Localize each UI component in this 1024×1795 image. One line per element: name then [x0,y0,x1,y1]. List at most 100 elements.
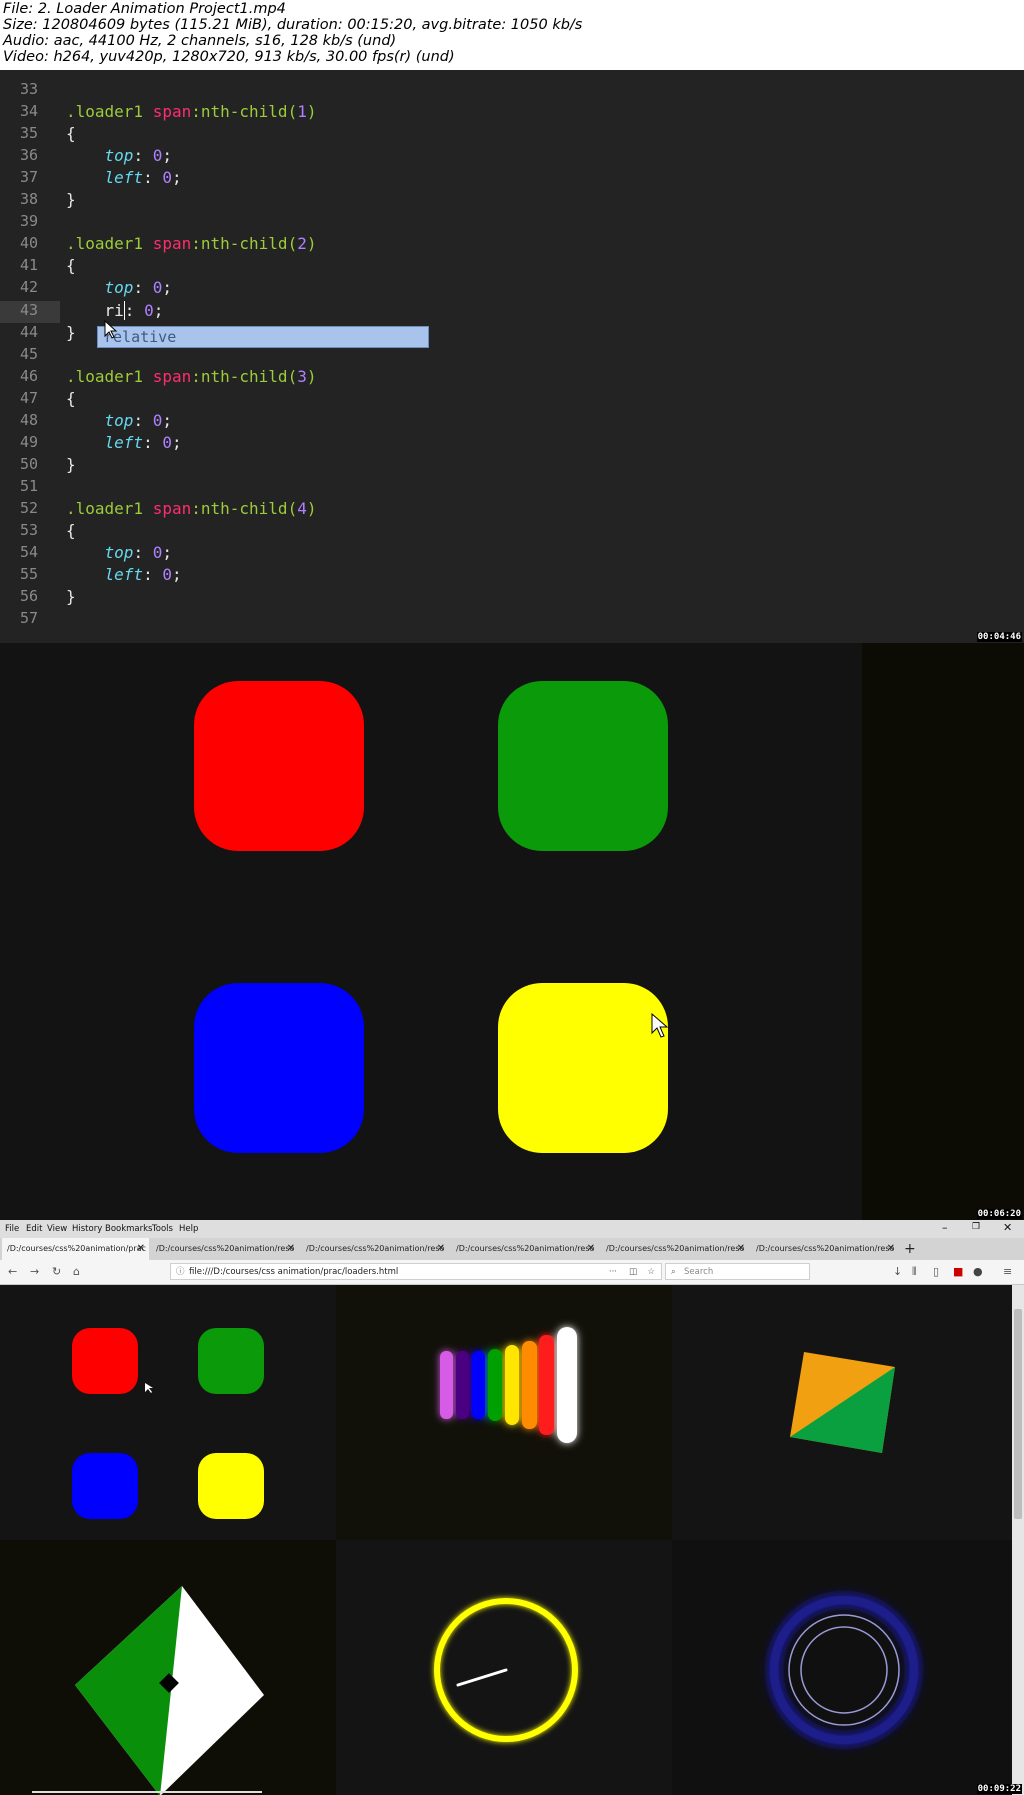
close-tab-icon[interactable]: ✕ [587,1238,595,1260]
tab-active[interactable]: /D:/courses/css%20animation/prac ✕ [2,1238,149,1260]
tab[interactable]: /D:/courses/css%20animation/reso ✕ [751,1238,899,1260]
yellow-square [498,983,668,1153]
property: top [104,410,134,430]
property: left [104,565,144,585]
autocomplete-suggestion[interactable]: relative [97,326,429,348]
info-video: Video: h264, yuv420p, 1280x720, 913 kb/s… [3,49,455,65]
rings-loader [769,1595,919,1745]
menu-edit[interactable]: Edit [26,1224,42,1234]
line-number: 35 [19,124,38,143]
line-number: 36 [19,146,38,165]
close-tab-icon[interactable]: ✕ [887,1238,895,1260]
code-line: left: 0; [104,565,182,585]
tab-label: /D:/courses/css%20animation/reso [456,1244,595,1253]
vertical-scrollbar[interactable] [1012,1285,1024,1795]
selector: .loader1 [66,498,153,518]
url-bar[interactable]: ⓘ file:///D:/courses/css animation/prac/… [170,1263,662,1280]
info-icon: ⓘ [176,1267,185,1277]
value: 0 [152,278,163,298]
rotating-split-square-loader [790,1352,895,1453]
brace: { [66,521,76,540]
search-placeholder: Search [684,1267,714,1277]
line-number: 56 [19,587,38,606]
nav-bar: ← → ↻ ⌂ ⓘ file:///D:/courses/css animati… [0,1260,1024,1285]
menu-file[interactable]: File [5,1224,19,1234]
menu-view[interactable]: View [47,1224,67,1234]
code-line: } [66,587,76,606]
sidebar-icon[interactable]: ▯ [933,1265,939,1278]
code-line: .loader1 span:nth-child(3) [66,367,316,386]
code-line: top: 0; [104,543,172,563]
line-number: 39 [19,212,38,231]
close-tab-icon[interactable]: ✕ [437,1238,445,1260]
line-number: 43 [19,300,38,319]
pseudo-class: :nth-child( [191,234,298,254]
blue-square [194,983,364,1153]
selector-number: 3 [297,366,307,386]
new-tab-icon[interactable]: + [904,1238,920,1260]
close-tab-icon[interactable]: ✕ [137,1238,145,1260]
tab[interactable]: /D:/courses/css%20animation/reso ✕ [301,1238,449,1260]
tab-label: /D:/courses/css%20animation/reso [756,1244,895,1253]
code-line: ri: 0; [104,300,164,320]
forward-icon[interactable]: → [30,1265,39,1278]
selector-number: 2 [297,234,307,254]
menu-history[interactable]: History [72,1224,102,1234]
clock-loader [434,1598,578,1742]
brace: } [66,587,76,607]
minimize-icon[interactable]: – [942,1221,948,1234]
line-number: 47 [19,388,38,407]
reload-icon[interactable]: ↻ [52,1265,61,1278]
line-number: 40 [19,234,38,253]
glowing-bars-loader [440,1327,577,1443]
green-square [198,1328,264,1394]
search-icon: ⌕ [671,1267,676,1277]
menu-tools[interactable]: Tools [152,1224,173,1234]
restore-icon[interactable]: ❐ [972,1222,980,1232]
line-number: 53 [19,521,38,539]
close-tab-icon[interactable]: ✕ [737,1238,745,1260]
tab[interactable]: /D:/courses/css%20animation/reso ✕ [451,1238,599,1260]
code-line: .loader1 span:nth-child(1) [66,102,316,121]
selector-number: 1 [297,102,307,122]
info-file: File: 2. Loader Animation Project1.mp4 [3,1,286,17]
loader-cell-squares [0,1285,336,1540]
line-number: 55 [19,565,38,584]
red-square [194,681,364,851]
back-icon[interactable]: ← [8,1265,17,1278]
bar-white [557,1327,577,1443]
scrollbar-thumb[interactable] [1014,1309,1022,1519]
brace: { [66,388,76,408]
more-icon[interactable]: ··· [609,1264,617,1281]
paren-close: ) [306,102,317,122]
typed-text: ri [104,300,124,320]
side-panel [862,643,1024,1220]
hamburger-menu-icon[interactable]: ≡ [1003,1265,1012,1278]
tab[interactable]: /D:/courses/css%20animation/reso ✕ [151,1238,299,1260]
menu-bookmarks[interactable]: Bookmarks [105,1224,153,1234]
pocket-icon[interactable]: ◫ [629,1264,637,1281]
bookmark-star-icon[interactable]: ☆ [647,1264,655,1281]
search-input[interactable]: ⌕ Search [665,1263,810,1280]
close-tab-icon[interactable]: ✕ [287,1238,295,1260]
selector-tag: span [152,498,192,518]
library-icon[interactable]: ⫴ [912,1265,917,1279]
code-line: top: 0; [104,146,172,166]
tab-label: /D:/courses/css%20animation/reso [156,1244,295,1253]
account-icon[interactable]: ● [973,1265,983,1278]
tab[interactable]: /D:/courses/css%20animation/reso ✕ [601,1238,749,1260]
download-icon[interactable]: ↓ [893,1265,902,1278]
bar-yellow [505,1345,519,1425]
url-text: file:///D:/courses/css animation/prac/lo… [189,1267,399,1277]
selector-tag: span [152,366,192,386]
close-window-icon[interactable]: ✕ [1003,1221,1012,1234]
home-icon[interactable]: ⌂ [73,1265,80,1278]
info-size: Size: 120804609 bytes (115.21 MiB), dura… [3,17,583,33]
line-number: 45 [19,344,38,363]
line-number: 49 [19,432,38,451]
menu-help[interactable]: Help [179,1224,198,1234]
value: 0 [162,565,172,585]
loader-cell-triangle-square [672,1285,1012,1540]
line-number: 34 [19,102,38,121]
addon-icon[interactable]: ■ [953,1265,963,1278]
